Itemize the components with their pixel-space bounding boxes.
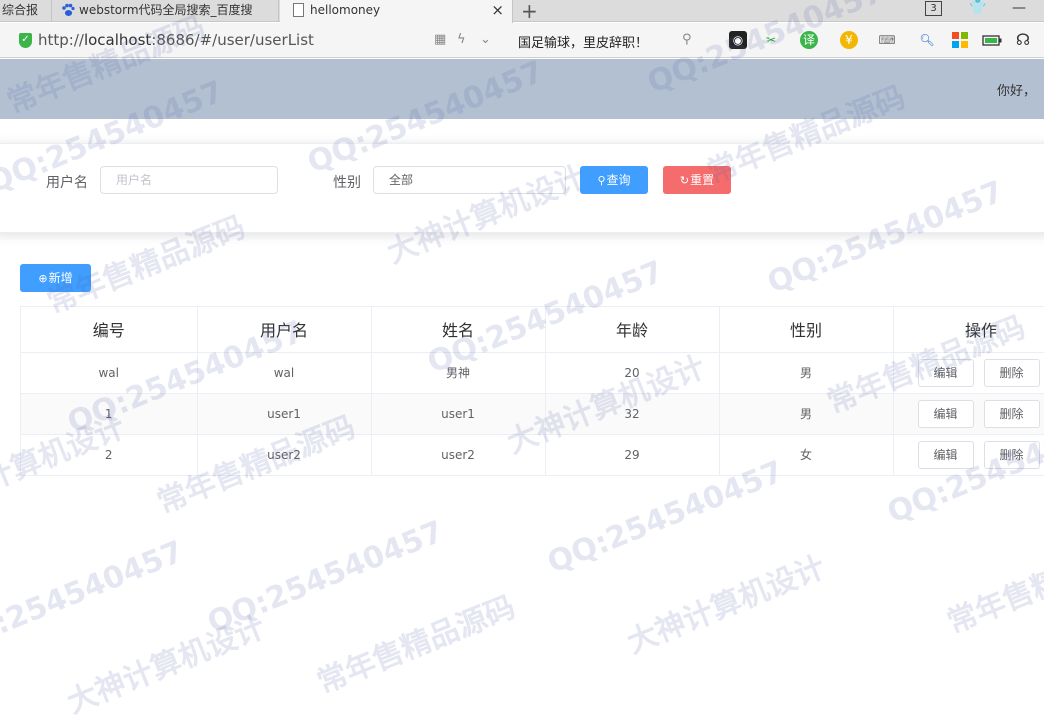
gender-select[interactable]: 全部 — [373, 166, 566, 194]
url-path: :8686/#/user/userList — [151, 31, 314, 49]
add-user-button-label: 新增 — [48, 271, 73, 285]
baidu-paw-icon — [62, 3, 75, 16]
browser-tab-2[interactable]: webstorm代码全局搜索_百度搜 — [53, 0, 279, 22]
browser-tab-active-label: hellomoney — [310, 3, 381, 17]
browser-tab-active[interactable]: hellomoney × — [280, 0, 513, 23]
translate-icon[interactable]: 译 — [800, 31, 818, 49]
gamepad-icon[interactable]: ⌨ — [878, 31, 896, 49]
cell-actions: 编辑 删除 — [893, 434, 1044, 476]
cell-gender: 男 — [719, 393, 894, 435]
refresh-icon: ↻ — [679, 174, 690, 187]
qr-code-icon[interactable]: ▦ — [434, 32, 446, 47]
cell-name: user2 — [371, 434, 546, 476]
coin-icon[interactable]: ¥ — [840, 31, 858, 49]
cell-age: 32 — [545, 393, 720, 435]
edit-button[interactable]: 编辑 — [917, 358, 974, 387]
cell-id: 1 — [21, 393, 198, 435]
username-input[interactable]: 用户名 — [100, 166, 278, 194]
cell-id: 2 — [21, 434, 198, 476]
cell-age: 29 — [545, 434, 720, 476]
table-header-row: 编号 用户名 姓名 年龄 性别 操作 — [21, 307, 1044, 353]
scissors-icon[interactable]: ✂ — [762, 31, 780, 49]
column-header-id: 编号 — [21, 307, 198, 353]
new-tab-button[interactable]: + — [521, 0, 538, 23]
battery-icon — [982, 31, 1002, 49]
reset-button-label: 重置 — [690, 173, 715, 187]
column-header-age: 年龄 — [545, 307, 720, 353]
magnifier-icon[interactable]: 🔍︎ — [918, 31, 936, 49]
cell-username: user2 — [197, 434, 372, 476]
app-header: 你好， — [0, 59, 1044, 119]
column-header-name: 姓名 — [371, 307, 546, 353]
search-icon[interactable]: ⚲ — [682, 32, 692, 47]
cell-age: 20 — [545, 352, 720, 394]
browser-tab-1-label: 综合报 — [2, 3, 39, 17]
cell-username: user1 — [197, 393, 372, 435]
watermark-text: 常年售精品源码 — [942, 529, 1044, 641]
ghost-extension-icon[interactable]: ◉ — [729, 31, 747, 49]
browser-tab-1[interactable]: 综合报 — [0, 0, 52, 22]
page-icon — [293, 3, 304, 17]
edit-button[interactable]: 编辑 — [917, 440, 974, 469]
table-row: 1 user1 user1 32 男 编辑 删除 — [21, 393, 1044, 435]
plus-circle-icon: ⊕ — [38, 272, 48, 285]
news-ticker[interactable]: 国足输球，里皮辞职！ — [518, 32, 648, 51]
minimize-icon[interactable]: — — [1012, 0, 1026, 16]
watermark-text: QQ:254540457 — [0, 534, 189, 661]
reset-button[interactable]: ↻重置 — [663, 166, 731, 194]
delete-button[interactable]: 删除 — [983, 399, 1040, 428]
user-table: 编号 用户名 姓名 年龄 性别 操作 wal wal 男神 20 男 编辑 删除 … — [20, 306, 1044, 476]
query-button[interactable]: ⚲查询 — [580, 166, 648, 194]
search-icon: ⚲ — [597, 174, 606, 187]
edit-button[interactable]: 编辑 — [917, 399, 974, 428]
query-button-label: 查询 — [606, 173, 631, 187]
cell-actions: 编辑 删除 — [893, 393, 1044, 435]
table-row: wal wal 男神 20 男 编辑 删除 — [21, 352, 1044, 394]
cell-id: wal — [21, 352, 198, 394]
gender-label: 性别 — [333, 175, 361, 191]
cell-username: wal — [197, 352, 372, 394]
watermark-text: 大神计算机设计 — [62, 609, 271, 721]
user-greeting[interactable]: 你好， — [997, 80, 1036, 99]
close-tab-icon[interactable]: × — [491, 0, 504, 20]
apps-grid-icon[interactable] — [951, 31, 969, 49]
delete-button[interactable]: 删除 — [983, 440, 1040, 469]
watermark-text: QQ:254540457 — [202, 514, 449, 641]
headphones-icon[interactable]: ☊ — [1014, 31, 1032, 49]
security-shield-icon: ✓ — [19, 33, 32, 48]
table-row: 2 user2 user2 29 女 编辑 删除 — [21, 434, 1044, 476]
watermark-text: 大神计算机设计 — [622, 549, 831, 661]
window-count-badge[interactable]: 3 — [925, 1, 942, 16]
url-scheme: http:// — [38, 31, 84, 49]
cell-name: 男神 — [371, 352, 546, 394]
cell-actions: 编辑 删除 — [893, 352, 1044, 394]
chevron-down-icon[interactable]: ⌄ — [480, 32, 491, 47]
username-label: 用户名 — [46, 175, 88, 191]
address-bar: ✓ http://localhost:8686/#/user/userList … — [0, 23, 1044, 58]
url-host: localhost — [83, 31, 152, 49]
lightning-icon[interactable]: ϟ — [457, 32, 466, 47]
browser-tab-bar: 综合报 webstorm代码全局搜索_百度搜 hellomoney × + 3 … — [0, 0, 1044, 23]
add-user-button[interactable]: ⊕新增 — [20, 264, 91, 292]
browser-tab-2-label: webstorm代码全局搜索_百度搜 — [79, 3, 253, 17]
delete-button[interactable]: 删除 — [983, 358, 1040, 387]
skin-icon[interactable]: 👕 — [969, 0, 986, 16]
column-header-gender: 性别 — [719, 307, 894, 353]
cell-gender: 男 — [719, 352, 894, 394]
watermark-text: 常年售精品源码 — [312, 589, 521, 701]
cell-name: user1 — [371, 393, 546, 435]
column-header-username: 用户名 — [197, 307, 372, 353]
cell-gender: 女 — [719, 434, 894, 476]
url-field[interactable]: http://localhost:8686/#/user/userList — [38, 31, 314, 49]
column-header-actions: 操作 — [893, 307, 1044, 353]
